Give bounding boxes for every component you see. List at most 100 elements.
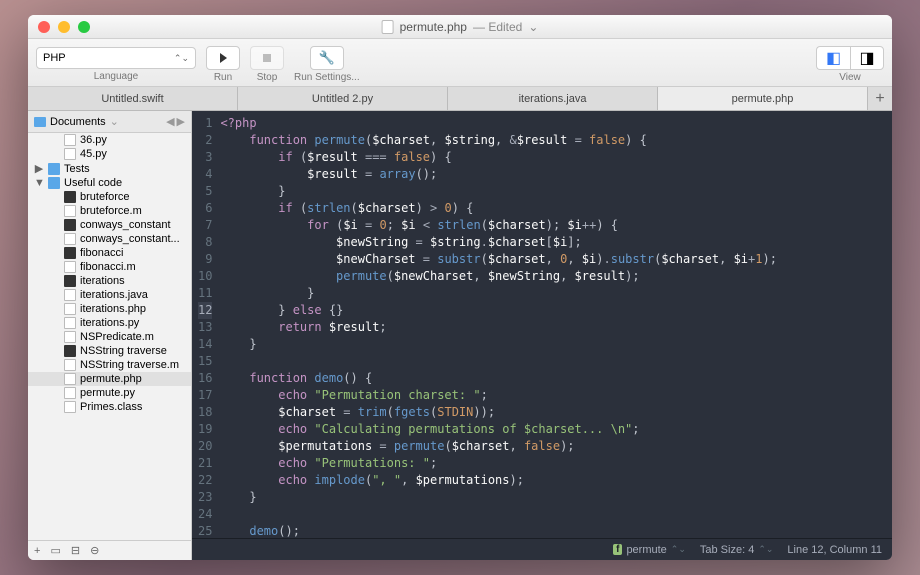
position-segment[interactable]: Line 12, Column 11	[787, 544, 882, 556]
tree-item[interactable]: permute.php	[28, 372, 191, 386]
tab[interactable]: iterations.java	[448, 87, 658, 110]
line-number[interactable]: 6	[198, 200, 212, 217]
line-number[interactable]: 17	[198, 387, 212, 404]
line-number[interactable]: 14	[198, 336, 212, 353]
line-number[interactable]: 3	[198, 149, 212, 166]
tree-item[interactable]: iterations.php	[28, 302, 191, 316]
line-number[interactable]: 16	[198, 370, 212, 387]
code-line[interactable]: if ($result === false) {	[220, 149, 892, 166]
view-right-button[interactable]: ◨	[850, 46, 884, 70]
tree-item[interactable]: iterations.py	[28, 316, 191, 330]
tree-item[interactable]: permute.py	[28, 386, 191, 400]
line-number[interactable]: 23	[198, 489, 212, 506]
code-line[interactable]: function permute($charset, $string, &$re…	[220, 132, 892, 149]
code-line[interactable]: demo();	[220, 523, 892, 538]
tree-item[interactable]: NSString traverse	[28, 344, 191, 358]
file-tree[interactable]: 36.py45.py▶Tests▼Useful codebruteforcebr…	[28, 133, 191, 540]
back-icon[interactable]: ◀	[166, 115, 174, 128]
close-icon[interactable]	[38, 21, 50, 33]
disclosure-icon[interactable]: ▶	[34, 162, 44, 175]
code-editor[interactable]: 1234567891011121314151617181920212223242…	[192, 111, 892, 538]
new-folder-icon[interactable]: ▭	[50, 544, 60, 557]
minimize-icon[interactable]	[58, 21, 70, 33]
add-icon[interactable]: +	[34, 545, 40, 557]
view-left-button[interactable]: ◧	[816, 46, 850, 70]
sidebar-header[interactable]: Documents ⌄ ◀ ▶	[28, 111, 191, 133]
tree-item[interactable]: fibonacci.m	[28, 260, 191, 274]
code-line[interactable]: echo implode(", ", $permutations);	[220, 472, 892, 489]
language-select[interactable]: PHP ⌃⌄	[36, 47, 196, 69]
code-line[interactable]: permute($newCharset, $newString, $result…	[220, 268, 892, 285]
line-number[interactable]: 15	[198, 353, 212, 370]
code-line[interactable]: echo "Permutations: ";	[220, 455, 892, 472]
line-number[interactable]: 11	[198, 285, 212, 302]
line-number[interactable]: 4	[198, 166, 212, 183]
code-line[interactable]: } else {}	[220, 302, 892, 319]
tree-item[interactable]: conways_constant	[28, 218, 191, 232]
tree-item[interactable]: Primes.class	[28, 400, 191, 414]
code-line[interactable]: $permutations = permute($charset, false)…	[220, 438, 892, 455]
line-number[interactable]: 5	[198, 183, 212, 200]
tab-add-button[interactable]: +	[868, 87, 892, 110]
titlebar[interactable]: permute.php — Edited ⌄	[28, 15, 892, 39]
code-line[interactable]: if (strlen($charset) > 0) {	[220, 200, 892, 217]
line-number[interactable]: 20	[198, 438, 212, 455]
code-line[interactable]	[220, 353, 892, 370]
tree-item[interactable]: ▼Useful code	[28, 176, 191, 190]
code-line[interactable]: <?php	[220, 115, 892, 132]
action-icon[interactable]: ⊟	[71, 544, 80, 557]
line-number[interactable]: 19	[198, 421, 212, 438]
code-line[interactable]: }	[220, 285, 892, 302]
line-number[interactable]: 24	[198, 506, 212, 523]
line-gutter[interactable]: 1234567891011121314151617181920212223242…	[192, 111, 220, 538]
tab[interactable]: Untitled.swift	[28, 87, 238, 110]
chevron-down-icon[interactable]: ⌄	[528, 20, 538, 34]
tab[interactable]: Untitled 2.py	[238, 87, 448, 110]
tree-item[interactable]: NSPredicate.m	[28, 330, 191, 344]
disclosure-icon[interactable]: ▼	[34, 177, 44, 189]
code-line[interactable]: for ($i = 0; $i < strlen($charset); $i++…	[220, 217, 892, 234]
code-line[interactable]: function demo() {	[220, 370, 892, 387]
tree-item[interactable]: bruteforce	[28, 190, 191, 204]
code-line[interactable]: echo "Calculating permutations of $chars…	[220, 421, 892, 438]
tree-item[interactable]: 45.py	[28, 147, 191, 161]
tab[interactable]: permute.php	[658, 87, 868, 110]
title-status[interactable]: — Edited	[473, 20, 522, 34]
line-number[interactable]: 13	[198, 319, 212, 336]
chevron-down-icon[interactable]: ⌄	[110, 115, 119, 128]
line-number[interactable]: 7	[198, 217, 212, 234]
zoom-icon[interactable]	[78, 21, 90, 33]
refresh-icon[interactable]: ⊖	[90, 544, 99, 557]
tree-item[interactable]: iterations.java	[28, 288, 191, 302]
code-line[interactable]: $result = array();	[220, 166, 892, 183]
run-button[interactable]	[206, 46, 240, 70]
line-number[interactable]: 21	[198, 455, 212, 472]
line-number[interactable]: 8	[198, 234, 212, 251]
forward-icon[interactable]: ▶	[177, 115, 185, 128]
tree-item[interactable]: fibonacci	[28, 246, 191, 260]
tree-item[interactable]: ▶Tests	[28, 161, 191, 176]
run-settings-button[interactable]: 🔧	[310, 46, 344, 70]
tree-item[interactable]: conways_constant...	[28, 232, 191, 246]
line-number[interactable]: 18	[198, 404, 212, 421]
line-number[interactable]: 25	[198, 523, 212, 538]
code-line[interactable]: echo "Permutation charset: ";	[220, 387, 892, 404]
code-line[interactable]: $newString = $string.$charset[$i];	[220, 234, 892, 251]
tree-item[interactable]: bruteforce.m	[28, 204, 191, 218]
tree-item[interactable]: iterations	[28, 274, 191, 288]
line-number[interactable]: 10	[198, 268, 212, 285]
code-line[interactable]: }	[220, 336, 892, 353]
code-line[interactable]: $newCharset = substr($charset, 0, $i).su…	[220, 251, 892, 268]
line-number[interactable]: 2	[198, 132, 212, 149]
line-number[interactable]: 9	[198, 251, 212, 268]
line-number[interactable]: 22	[198, 472, 212, 489]
code-line[interactable]	[220, 506, 892, 523]
tree-item[interactable]: 36.py	[28, 133, 191, 147]
code-line[interactable]: }	[220, 183, 892, 200]
code-line[interactable]: return $result;	[220, 319, 892, 336]
tabsize-segment[interactable]: Tab Size: 4 ⌃⌄	[700, 544, 774, 556]
code-line[interactable]: $charset = trim(fgets(STDIN));	[220, 404, 892, 421]
tree-item[interactable]: NSString traverse.m	[28, 358, 191, 372]
symbol-segment[interactable]: f permute ⌃⌄	[613, 544, 686, 556]
code-line[interactable]: }	[220, 489, 892, 506]
